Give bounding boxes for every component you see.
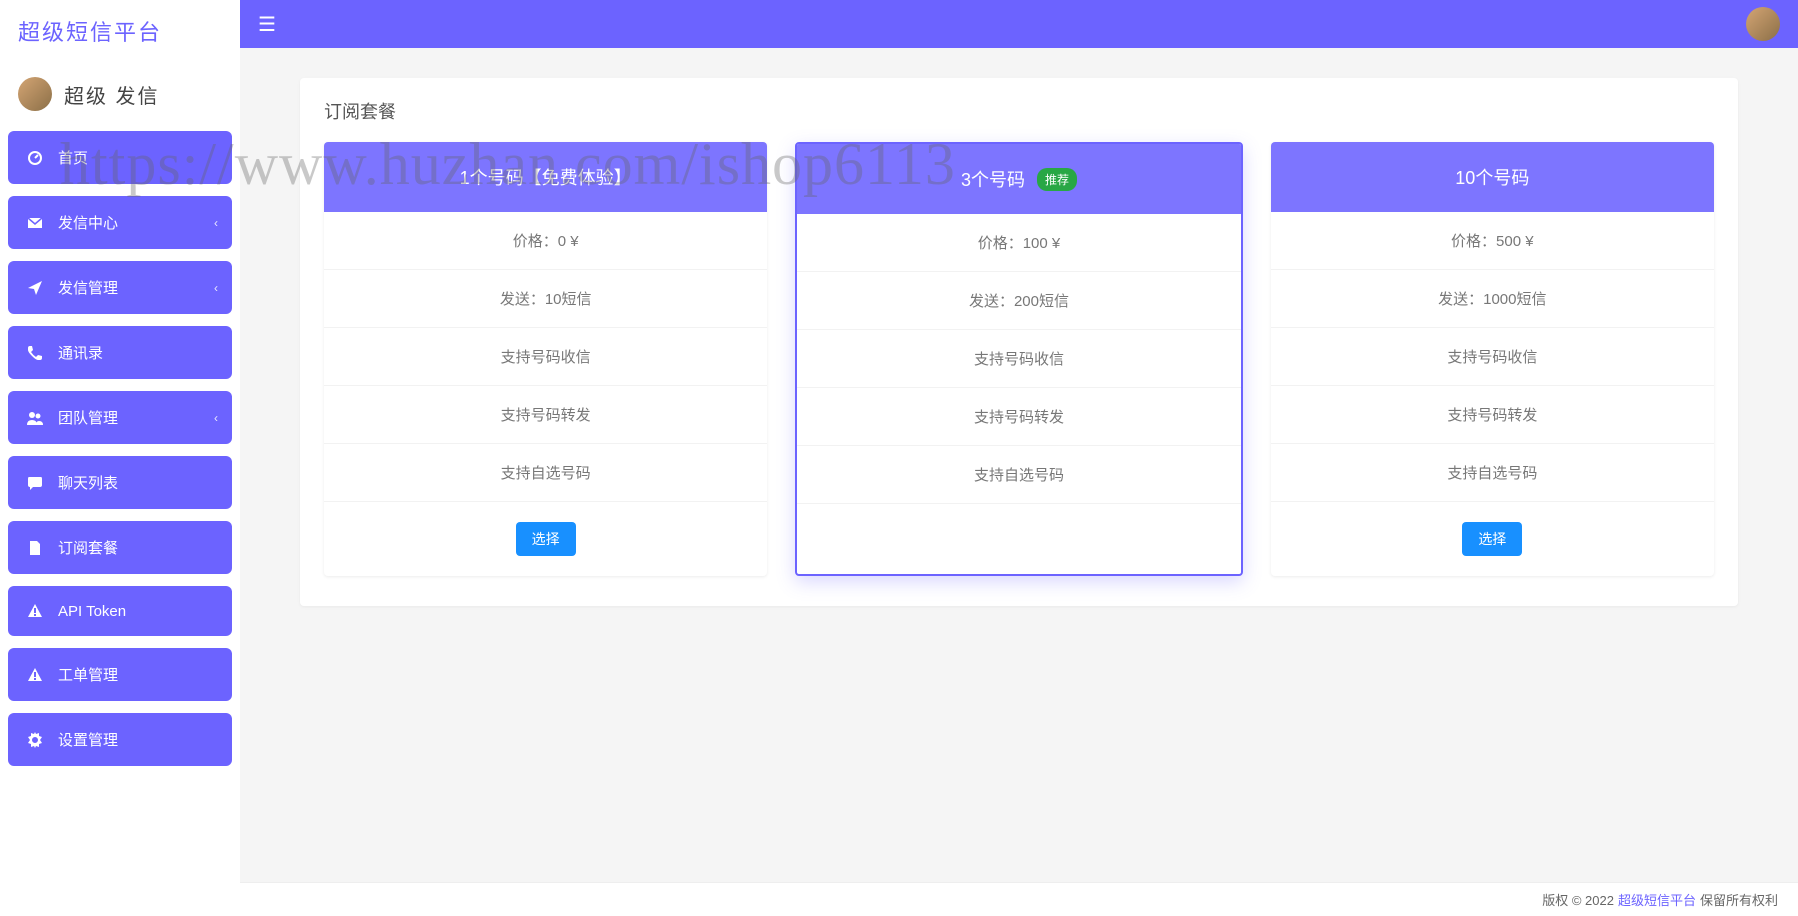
gear-icon <box>26 731 44 749</box>
plan-card-free: 1个号码【免费体验】 价格：0 ¥ 发送：10短信 支持号码收信 支持号码转发 … <box>324 142 767 576</box>
sidebar: 超级短信平台 超级 发信 首页 发信中心 ‹ 发信管理 ‹ 通讯录 团队管理 ‹ <box>0 0 240 916</box>
plans-container: 1个号码【免费体验】 价格：0 ¥ 发送：10短信 支持号码收信 支持号码转发 … <box>300 142 1738 576</box>
nav-menu: 首页 发信中心 ‹ 发信管理 ‹ 通讯录 团队管理 ‹ 聊天列表 订阅套餐 <box>0 131 240 766</box>
warning-icon <box>26 602 44 620</box>
nav-label: API Token <box>58 603 126 620</box>
footer-brand-link[interactable]: 超级短信平台 <box>1618 890 1696 909</box>
warning-icon <box>26 666 44 684</box>
plan-card-featured: 3个号码 推荐 价格：100 ¥ 发送：200短信 支持号码收信 支持号码转发 … <box>795 142 1242 576</box>
plan-feature: 支持号码收信 <box>324 328 767 386</box>
plan-price: 价格：0 ¥ <box>324 212 767 270</box>
file-icon <box>26 539 44 557</box>
phone-icon <box>26 344 44 362</box>
plan-feature: 支持号码转发 <box>1271 386 1714 444</box>
nav-label: 发信管理 <box>58 277 118 298</box>
envelope-icon <box>26 214 44 232</box>
chevron-left-icon: ‹ <box>214 281 218 295</box>
nav-ticket-manage[interactable]: 工单管理 <box>8 648 232 701</box>
plan-feature: 支持号码转发 <box>324 386 767 444</box>
plan-feature: 支持自选号码 <box>324 444 767 502</box>
page-title: 订阅套餐 <box>300 98 1738 142</box>
plan-feature: 支持自选号码 <box>1271 444 1714 502</box>
nav-team-manage[interactable]: 团队管理 ‹ <box>8 391 232 444</box>
plan-price: 价格：500 ¥ <box>1271 212 1714 270</box>
plan-price: 价格：100 ¥ <box>797 214 1240 272</box>
nav-label: 订阅套餐 <box>58 537 118 558</box>
chevron-left-icon: ‹ <box>214 411 218 425</box>
plan-title: 10个号码 <box>1455 164 1529 190</box>
nav-label: 工单管理 <box>58 664 118 685</box>
nav-label: 发信中心 <box>58 212 118 233</box>
nav-label: 首页 <box>58 147 88 168</box>
select-plan-button[interactable]: 选择 <box>516 522 576 556</box>
plan-send-quota: 发送：1000短信 <box>1271 270 1714 328</box>
plan-feature: 支持号码收信 <box>1271 328 1714 386</box>
dashboard-icon <box>26 149 44 167</box>
plan-feature: 支持号码转发 <box>797 388 1240 446</box>
nav-label: 团队管理 <box>58 407 118 428</box>
footer: 版权 © 2022 超级短信平台 保留所有权利 <box>240 882 1798 916</box>
plan-footer: 选择 <box>1271 502 1714 576</box>
user-display-name: 超级 发信 <box>64 80 160 109</box>
plan-card-large: 10个号码 价格：500 ¥ 发送：1000短信 支持号码收信 支持号码转发 支… <box>1271 142 1714 576</box>
subscription-panel: 订阅套餐 1个号码【免费体验】 价格：0 ¥ 发送：10短信 支持号码收信 支持… <box>300 78 1738 606</box>
plan-footer <box>797 504 1240 544</box>
nav-home[interactable]: 首页 <box>8 131 232 184</box>
nav-send-manage[interactable]: 发信管理 ‹ <box>8 261 232 314</box>
nav-label: 通讯录 <box>58 342 103 363</box>
nav-send-center[interactable]: 发信中心 ‹ <box>8 196 232 249</box>
plan-header: 10个号码 <box>1271 142 1714 212</box>
main-content: 订阅套餐 1个号码【免费体验】 价格：0 ¥ 发送：10短信 支持号码收信 支持… <box>240 48 1798 882</box>
copyright-prefix: 版权 © 2022 <box>1542 890 1614 909</box>
plan-header: 3个号码 推荐 <box>797 144 1240 214</box>
send-icon <box>26 279 44 297</box>
nav-api-token[interactable]: API Token <box>8 586 232 636</box>
plan-send-quota: 发送：10短信 <box>324 270 767 328</box>
user-profile[interactable]: 超级 发信 <box>0 62 240 131</box>
plan-header: 1个号码【免费体验】 <box>324 142 767 212</box>
user-avatar-icon <box>18 77 52 111</box>
plan-send-quota: 发送：200短信 <box>797 272 1240 330</box>
top-avatar-icon[interactable] <box>1746 7 1780 41</box>
plan-footer: 选择 <box>324 502 767 576</box>
copyright-suffix: 保留所有权利 <box>1700 890 1778 909</box>
plan-title: 3个号码 <box>961 166 1025 192</box>
plan-feature: 支持自选号码 <box>797 446 1240 504</box>
chat-icon <box>26 474 44 492</box>
nav-contacts[interactable]: 通讯录 <box>8 326 232 379</box>
plan-title: 1个号码【免费体验】 <box>460 164 632 190</box>
brand-title: 超级短信平台 <box>0 0 240 62</box>
nav-subscription[interactable]: 订阅套餐 <box>8 521 232 574</box>
select-plan-button[interactable]: 选择 <box>1462 522 1522 556</box>
plan-badge: 推荐 <box>1037 168 1077 191</box>
nav-label: 设置管理 <box>58 729 118 750</box>
plan-feature: 支持号码收信 <box>797 330 1240 388</box>
nav-label: 聊天列表 <box>58 472 118 493</box>
users-icon <box>26 409 44 427</box>
chevron-left-icon: ‹ <box>214 216 218 230</box>
nav-chat-list[interactable]: 聊天列表 <box>8 456 232 509</box>
menu-toggle-icon[interactable]: ☰ <box>258 12 276 37</box>
nav-settings[interactable]: 设置管理 <box>8 713 232 766</box>
top-bar: ☰ <box>240 0 1798 48</box>
